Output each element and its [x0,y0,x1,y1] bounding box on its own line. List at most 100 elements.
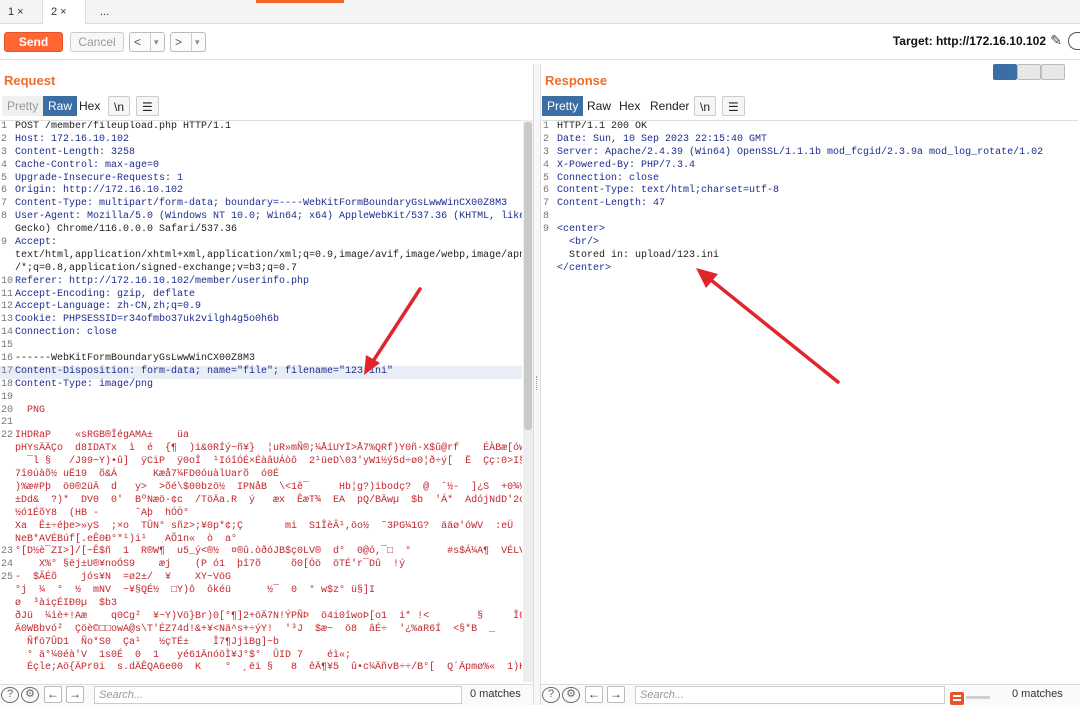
tab-hex[interactable]: Hex [74,96,105,116]
line-text: ø ³àiçÉIÐ0µ $b3 [15,597,118,609]
line-number: 11 [1,288,14,300]
code-line: 22 IHDRaP «sRGB®ÎégAMA± üa [0,430,522,443]
search-input[interactable]: Search... [635,686,945,704]
line-number: 21 [1,417,14,429]
line-number: 9 [1,237,8,249]
code-line: 4 X-Powered-By: PHP/7.3.4 [542,160,1078,173]
code-line: 6 Content-Type: text/html;charset=utf-8 [542,185,1078,198]
tab-pretty[interactable]: Pretty [542,96,584,116]
line-number: 5 [1,172,8,184]
line-text: °j ¼ ° ½ mNV ~¥§QÉ½ □Y)ô ôkéü ½¯ 0 ° w$z… [15,585,376,597]
tab-render[interactable]: Render [645,96,694,116]
code-line: 24 X%° §ëj±U®¥noÓS9 æj (P ó1 þî7õ õ0[Öö … [0,559,522,572]
repeater-tab-bar: 1 × 2 × ... [0,0,1080,24]
tab-label: 1 × [8,6,24,18]
line-number: 13 [1,314,14,326]
newline-toggle[interactable]: \n [108,96,131,116]
tab-raw[interactable]: Raw [43,96,78,116]
line-number: 14 [1,327,14,339]
line-text: ° ä°¼0éà'V 1s0É 0 1 yé61ÄnóöÌ¥J°$° ÛID 7… [15,649,352,661]
line-number: 9 [543,224,550,236]
line-text: Cookie: PHPSESSID=r34ofmbo37uk2vilgh4g5o… [15,314,280,326]
tab-pretty[interactable]: Pretty [2,96,44,116]
search-input[interactable]: Search... [94,686,462,704]
code-line: 25- $ÂÉõ jós¥N =ø2±/ ¥ XY~VöG [0,572,522,585]
code-line: °j ¼ ° ½ mNV ~¥§QÉ½ □Y)ô ôkéü ½¯ 0 ° w$z… [0,585,522,598]
scrollbar-thumb[interactable] [524,122,532,430]
help-icon[interactable] [1068,32,1080,50]
pencil-icon[interactable]: ✎ [1050,32,1062,49]
gear-icon[interactable]: ⚙ [562,687,580,703]
code-line: /*;q=0.8,application/signed-exchange;v=b… [0,263,522,276]
code-line: 5 Connection: close [542,173,1078,186]
line-text: IHDRaP «sRGB®ÎégAMA± üa [15,430,190,442]
forward-button[interactable]: > ▾ [170,32,206,52]
line-number: 7 [1,198,8,210]
target-label: Target: http://172.16.10.102 [892,34,1046,48]
code-line: Stored in: upload/123.ini [542,250,1078,263]
newline-toggle[interactable]: \n [694,96,717,116]
code-line: 13 Cookie: PHPSESSID=r34ofmbo37uk2vilgh4g… [0,314,522,327]
code-line: 20 PNG [0,405,522,418]
code-line: 18 Content-Type: image/png [0,379,522,392]
line-text: )%æ#Pþ ö0®2üÄ d y> >õé\$00bzö½ IPNåB \<1… [15,481,522,493]
code-line: 7 Content-Type: multipart/form-data; boun… [0,198,522,211]
line-text: ¯l § /J99~Y)•û] ÿCiP ÿ0oÎ ¹IóîÓÉ×ÉàâUÁòô… [15,456,522,468]
arrow-left-icon[interactable]: ← [585,686,603,703]
line-text: Gecko) Chrome/116.0.0.0 Safari/537.36 [15,224,238,236]
line-number: 2 [1,133,8,145]
layout-tabs-icon[interactable] [1041,64,1065,80]
menu-icon[interactable]: ☰ [722,96,745,116]
response-editor[interactable]: 1 HTTP/1.1 200 OK 2 Date: Sun, 10 Sep 2023 … [542,120,1078,682]
cancel-button[interactable]: Cancel [70,32,124,52]
pane-divider[interactable] [533,64,541,705]
back-button[interactable]: < ▾ [129,32,165,52]
code-line: ø ³àiçÉIÐ0µ $b3 [0,598,522,611]
drag-handle-icon[interactable] [536,376,538,390]
code-line: </center> [542,263,1078,276]
tab-1[interactable]: 1 × [0,0,42,24]
line-number: 18 [1,378,14,390]
layout-top-bottom-icon[interactable] [1017,64,1041,80]
code-line: 1 HTTP/1.1 200 OK [542,121,1078,134]
line-text: Origin: http://172.16.10.102 [15,185,184,197]
line-text: X%° §ëj±U®¥noÓS9 æj (P ó1 þî7õ õ0[Öö öTÉ… [15,559,406,571]
line-number: 3 [543,146,550,158]
dropdown-icon: ▾ [150,33,159,51]
gear-icon[interactable]: ⚙ [21,687,39,703]
tab-label: ... [100,6,110,18]
line-text: Connection: close [557,172,660,184]
line-number: 7 [543,198,550,210]
tab-more[interactable]: ... [92,0,122,24]
arrow-left-icon[interactable]: ← [44,686,62,703]
line-text: </center> [557,262,612,274]
code-line: 21 [0,417,522,430]
line-number: 24 [1,559,14,571]
line-number: 23 [1,546,14,558]
help-icon[interactable]: ? [542,687,560,703]
code-line: 11 Accept-Encoding: gzip, deflate [0,289,522,302]
arrow-right-icon[interactable]: → [607,686,625,703]
menu-icon[interactable]: ☰ [136,96,159,116]
line-text: ðJü ¼ìè+!Aæ q0Cg² ¥~Y)Vö}Br)0[°¶]2+öÄ7N!… [15,610,522,622]
tab-hex[interactable]: Hex [614,96,645,116]
code-line: Gecko) Chrome/116.0.0.0 Safari/537.36 [0,224,522,237]
line-number: 10 [1,275,14,287]
help-icon[interactable]: ? [1,687,19,703]
line-text: - $ÂÉõ jós¥N =ø2±/ ¥ XY~VöG [15,572,232,584]
layout-side-by-side-icon[interactable] [993,64,1017,80]
request-editor[interactable]: 1 POST /member/fileupload.php HTTP/1.1 2 Ho… [0,120,522,682]
request-search-bar: ? ⚙ ← → Search... 0 matches [0,684,533,705]
line-text: User-Agent: Mozilla/5.0 (Windows NT 10.0… [15,211,522,223]
tab-raw[interactable]: Raw [582,96,616,116]
line-number: 4 [543,159,550,171]
request-scrollbar[interactable] [523,120,533,682]
line-number: 12 [1,301,14,313]
send-button[interactable]: Send [4,32,63,52]
arrow-right-icon[interactable]: → [66,686,84,703]
line-text: ±Dd& ?)* DV0 0' BºNæö-¢c /TöÄa.R ý æx Êæ… [15,494,522,506]
code-line: 2 Host: 172.16.10.102 [0,134,522,147]
line-text: Connection: close [15,327,118,339]
line-text: Date: Sun, 10 Sep 2023 22:15:40 GMT [557,133,768,145]
tab-2[interactable]: 2 × [42,0,86,24]
